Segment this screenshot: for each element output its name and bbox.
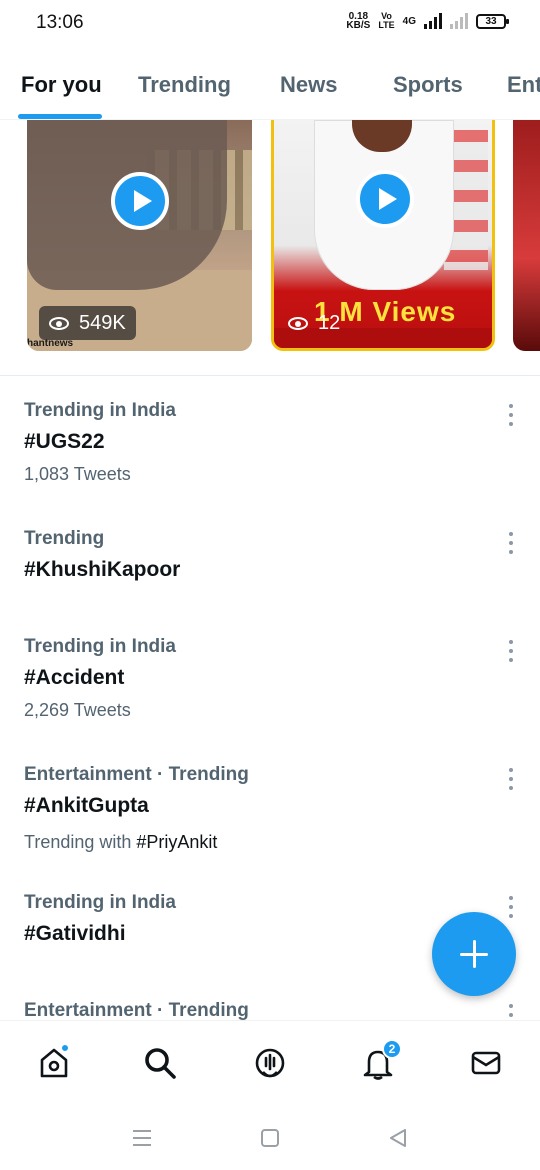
more-options-icon[interactable] [508, 640, 514, 662]
tab-sports[interactable]: Sports [393, 72, 463, 98]
menu-icon [133, 1130, 151, 1146]
search-icon [145, 1048, 176, 1079]
battery-level: 33 [485, 15, 497, 27]
spaces-icon [255, 1048, 285, 1078]
status-time: 13:06 [36, 12, 84, 33]
trend-context: Trending with #PriyAnkit [24, 832, 217, 853]
back-button[interactable] [384, 1124, 412, 1152]
video-card-partial[interactable] [513, 120, 540, 351]
trend-meta: Trending in India [24, 892, 176, 913]
trend-meta: Trending in India [24, 400, 176, 421]
eye-icon [49, 316, 69, 330]
tab-for-you[interactable]: For you [21, 72, 102, 98]
explore-tabs: For you Trending News Sports Ent [0, 58, 540, 120]
bottom-nav: 2 [0, 1020, 540, 1104]
status-bar: 13:06 0.18 KB/S Vo LTE 4G 33 [0, 0, 540, 48]
volte-indicator: Vo LTE [378, 12, 394, 30]
trend-meta: Trending [24, 528, 105, 549]
view-count: 549K [79, 311, 126, 334]
trend-title: #Accident [24, 666, 125, 689]
play-icon[interactable] [356, 170, 414, 228]
view-count-badge: 549K [39, 306, 136, 340]
trend-meta: Entertainment · Trending [24, 1000, 249, 1020]
battery-icon: 33 [476, 13, 509, 29]
system-navigation [0, 1104, 540, 1170]
network-type: 4G [402, 15, 416, 27]
back-triangle-icon [390, 1129, 406, 1147]
video-watermark: hantnews [27, 338, 74, 349]
view-count-badge: 12 [282, 306, 350, 340]
home-tab[interactable] [32, 1041, 76, 1085]
trend-title: #Gatividhi [24, 922, 126, 945]
envelope-icon [471, 1051, 501, 1075]
play-icon[interactable] [111, 172, 169, 230]
recents-button[interactable] [128, 1124, 156, 1152]
trend-item[interactable]: Trending in India #UGS22 1,083 Tweets [0, 400, 540, 510]
eye-icon [288, 316, 308, 330]
network-speed-unit: KB/S [346, 20, 371, 31]
trend-tweet-count: 2,269 Tweets [24, 700, 131, 720]
explore-tab[interactable] [138, 1041, 182, 1085]
trend-meta: Entertainment · Trending [24, 764, 249, 785]
video-carousel: 549K hantnews 1 M Views 12 [0, 120, 540, 352]
trend-item[interactable]: Entertainment · Trending #AnkitGupta Tre… [0, 764, 540, 874]
square-icon [261, 1129, 279, 1147]
signal-2-icon [450, 13, 468, 29]
trend-title: #UGS22 [24, 430, 105, 453]
divider [0, 375, 540, 376]
status-icons: 0.18 KB/S Vo LTE 4G 33 [346, 12, 509, 31]
trend-context-prefix: Trending with [24, 832, 137, 852]
trend-title: #AnkitGupta [24, 794, 149, 817]
more-options-icon[interactable] [508, 768, 514, 790]
notification-badge: 2 [382, 1039, 402, 1059]
tab-news[interactable]: News [280, 72, 337, 98]
messages-tab[interactable] [464, 1041, 508, 1085]
tab-indicator [18, 114, 102, 119]
trend-item[interactable]: Trending in India #Accident 2,269 Tweets [0, 636, 540, 746]
network-speed: 0.18 KB/S [346, 12, 371, 31]
tab-trending[interactable]: Trending [138, 72, 231, 98]
volte-bottom: LTE [378, 20, 395, 30]
trend-context-link[interactable]: #PriyAnkit [136, 832, 217, 852]
trend-tweet-count: 1,083 Tweets [24, 464, 131, 484]
trend-item[interactable]: Entertainment · Trending [0, 1000, 540, 1020]
signal-icon [424, 13, 442, 29]
trend-title: #KhushiKapoor [24, 558, 181, 581]
more-options-icon[interactable] [508, 532, 514, 554]
trend-item[interactable]: Trending #KhushiKapoor [0, 528, 540, 608]
unread-dot [60, 1043, 70, 1053]
home-button[interactable] [256, 1124, 284, 1152]
more-options-icon[interactable] [508, 896, 514, 918]
notifications-tab[interactable]: 2 [356, 1039, 402, 1085]
compose-tweet-button[interactable] [432, 912, 516, 996]
tab-entertainment[interactable]: Ent [507, 72, 540, 98]
video-card-elephant[interactable]: 549K hantnews [27, 120, 252, 351]
more-options-icon[interactable] [508, 404, 514, 426]
trend-meta: Trending in India [24, 636, 176, 657]
spaces-tab[interactable] [248, 1041, 292, 1085]
more-options-icon[interactable] [508, 1004, 514, 1020]
video-card-presenter[interactable]: 1 M Views 12 [271, 120, 495, 351]
view-count: 12 [318, 311, 341, 334]
